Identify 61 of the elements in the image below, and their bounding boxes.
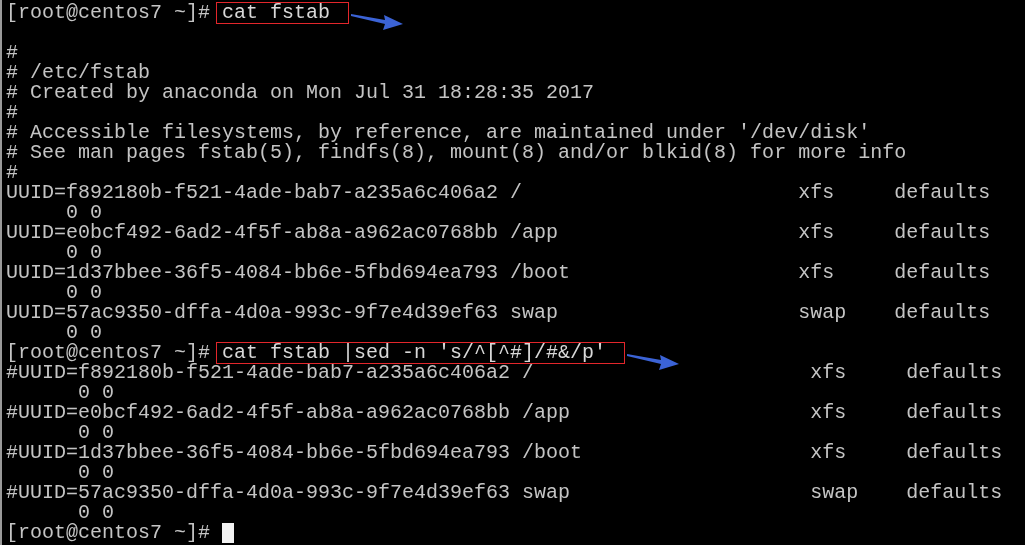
filesystem-type: xfs xyxy=(810,443,848,463)
device-id: UUID=e0bcf492-6ad2-4f5f-ab8a-a962ac0768bb xyxy=(6,223,499,243)
filesystem-type: swap xyxy=(798,303,848,323)
dump-value-text: 0 xyxy=(78,463,90,483)
pass-value-text: 0 xyxy=(102,383,115,403)
output-line: # xyxy=(6,43,19,63)
device-id: UUID=f892180b-f521-4ade-bab7-a235a6c406a2 xyxy=(6,183,499,203)
filesystem-type: swap xyxy=(810,483,860,503)
mount-point: / xyxy=(510,183,523,203)
pass-value-text: 0 xyxy=(102,503,115,523)
device-id: #UUID=57ac9350-dffa-4d0a-993c-9f7e4d39ef63 xyxy=(6,483,511,503)
mount-point: /app xyxy=(522,403,571,423)
output-line: # See man pages fstab(5), findfs(8), mount(8) and/or blkid(8) for more info xyxy=(6,143,908,163)
device-id: #UUID=f892180b-f521-4ade-bab7-a235a6c406a2 xyxy=(6,363,511,383)
mount-options: defaults xyxy=(894,263,991,283)
mount-point: /app xyxy=(510,223,559,243)
shell-prompt: [root@centos7 ~]# xyxy=(6,343,211,363)
pass-value-text: 0 xyxy=(90,323,103,343)
device-id: #UUID=e0bcf492-6ad2-4f5f-ab8a-a962ac0768bb xyxy=(6,403,511,423)
mount-options: defaults xyxy=(894,183,991,203)
filesystem-type: xfs xyxy=(798,223,836,243)
mount-options: defaults xyxy=(906,403,1003,423)
pass-value-text: 0 xyxy=(102,463,115,483)
highlighted-command: cat fstab |sed -n 's/^[^#]/#&/p' xyxy=(216,342,626,364)
filesystem-type: xfs xyxy=(810,363,848,383)
shell-prompt: [root@centos7 ~]# xyxy=(6,523,211,543)
dump-value-text: 0 xyxy=(66,283,78,303)
mount-options: defaults xyxy=(894,223,991,243)
filesystem-type: xfs xyxy=(810,403,848,423)
mount-point: /boot xyxy=(522,443,583,463)
output-line: # xyxy=(6,103,19,123)
pass-value-text: 0 xyxy=(90,203,103,223)
output-line: # xyxy=(6,163,18,183)
device-id: UUID=57ac9350-dffa-4d0a-993c-9f7e4d39ef63 xyxy=(6,303,499,323)
annotation-arrow xyxy=(351,13,404,31)
output-line: # /etc/fstab xyxy=(6,63,152,83)
annotation-arrow xyxy=(627,353,680,371)
mount-options: defaults xyxy=(894,303,991,323)
pass-value-text: 0 xyxy=(90,243,103,263)
dump-value-text: 0 xyxy=(66,323,78,343)
mount-options: defaults xyxy=(906,443,1003,463)
pass-value-text: 0 xyxy=(90,283,103,303)
filesystem-type: xfs xyxy=(798,263,836,283)
device-id: UUID=1d37bbee-36f5-4084-bb6e-5fbd694ea793 xyxy=(6,263,499,283)
dump-value-text: 0 xyxy=(66,243,78,263)
dump-value-text: 0 xyxy=(78,383,90,403)
dump-value-text: 0 xyxy=(78,503,90,523)
device-id: #UUID=1d37bbee-36f5-4084-bb6e-5fbd694ea793 xyxy=(6,443,511,463)
mount-point: swap xyxy=(510,303,559,323)
dump-value-text: 0 xyxy=(78,423,90,443)
highlighted-command: cat fstab xyxy=(216,2,350,24)
mount-options: defaults xyxy=(906,483,1003,503)
dump-value-text: 0 xyxy=(66,203,78,223)
output-line: # Accessible filesystems, by reference, are maintained under '/dev/disk' xyxy=(6,123,871,143)
shell-prompt: [root@centos7 ~]# xyxy=(6,3,211,23)
pass-value-text: 0 xyxy=(102,423,115,443)
mount-point: swap xyxy=(522,483,571,503)
filesystem-type: xfs xyxy=(798,183,836,203)
mount-options: defaults xyxy=(906,363,1003,383)
output-line: # Created by anaconda on Mon Jul 31 18:28:35 2017 xyxy=(6,83,596,103)
mount-point: /boot xyxy=(510,263,571,283)
